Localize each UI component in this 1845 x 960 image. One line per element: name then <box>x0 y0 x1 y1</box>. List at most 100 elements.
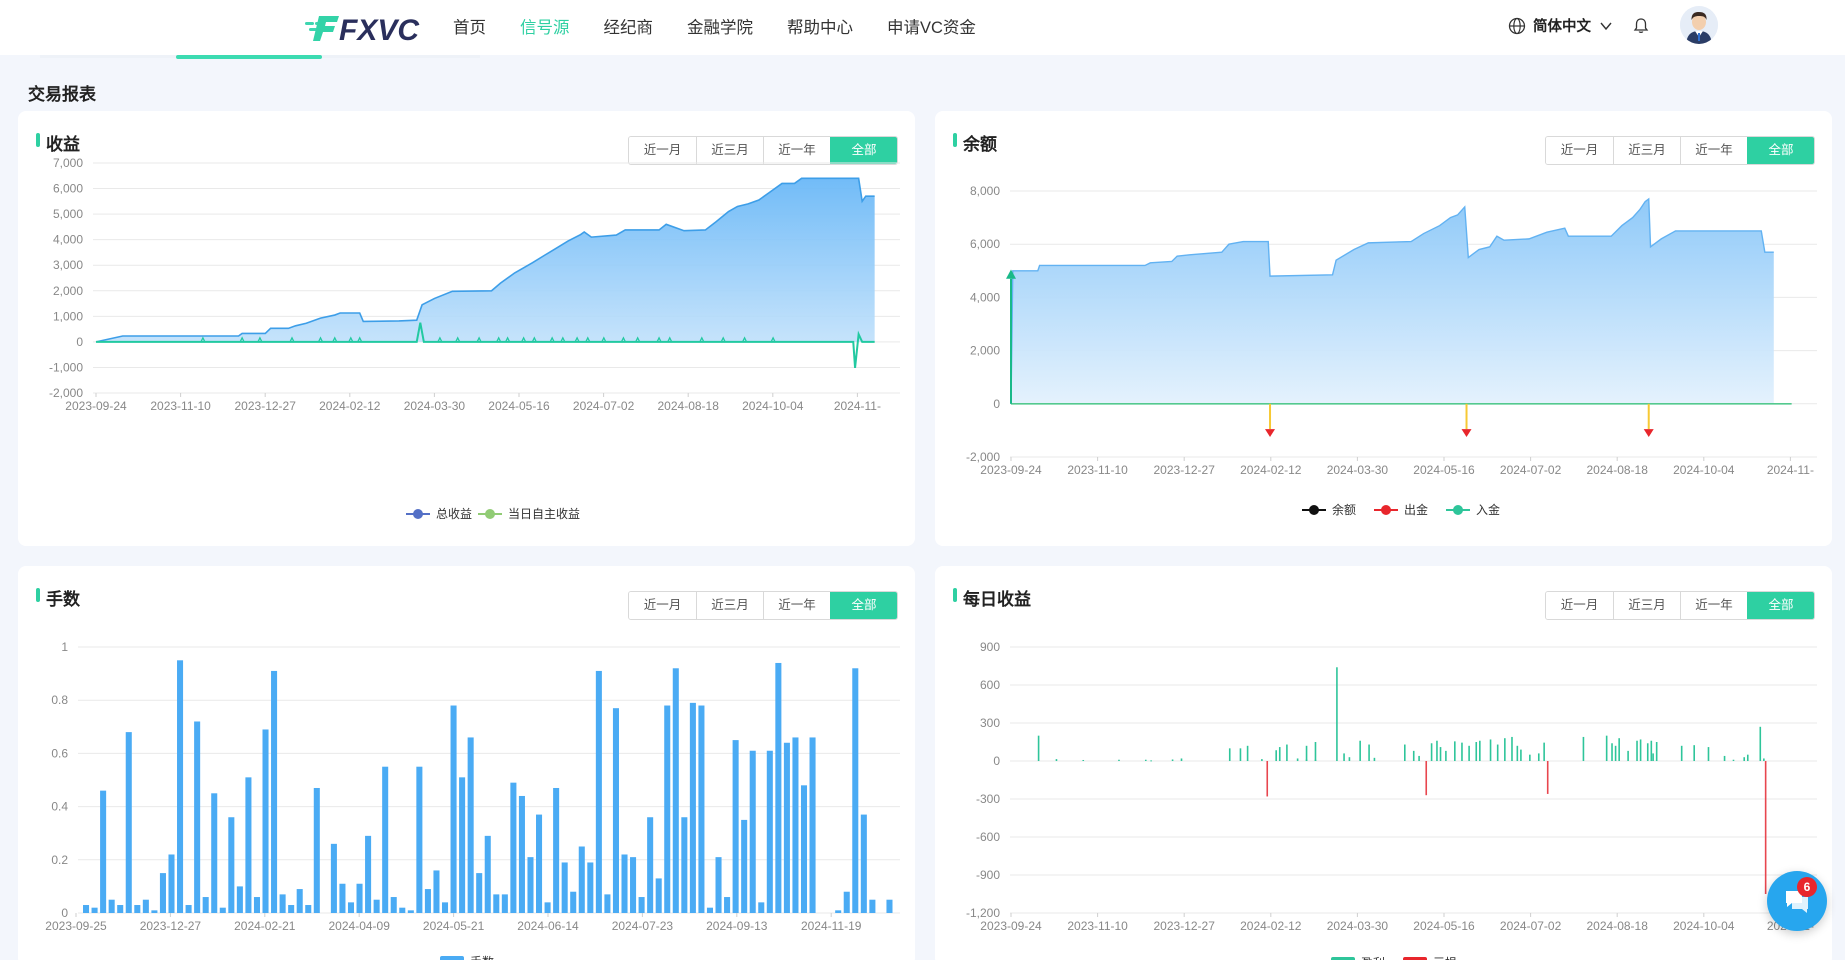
withdraw-marker <box>1461 429 1472 438</box>
legend-marker <box>413 509 423 519</box>
nav-home[interactable]: 首页 <box>453 14 486 38</box>
lots-bar <box>424 889 431 913</box>
lots-bar <box>544 902 551 913</box>
bars <box>1037 667 1767 894</box>
lots-bar <box>587 862 594 913</box>
profit-bar <box>1314 742 1317 761</box>
user-avatar[interactable] <box>1680 6 1718 44</box>
legend-marker <box>1381 505 1391 515</box>
profit-bar <box>1037 735 1040 761</box>
profit-bar <box>1286 744 1288 761</box>
lots-bar <box>330 843 337 913</box>
profit-chart: 7,000 6,000 5,000 4,000 3,000 2,000 1,000 0 -1,0… <box>49 156 900 521</box>
x-axis: 2023-09-24 2023-11-10 2023-12-27 2024-02-12… <box>65 393 881 413</box>
balance-chart: 8,0006,0004,0002,0000-2,0002023-09-24 202… <box>966 184 1817 517</box>
lots-bar <box>236 886 243 913</box>
lots-bar <box>219 907 226 913</box>
lots-chart-panel: 手数 近一月 近三月 近一年 全部 1 0.8 0.6 0.4 0.2 0 2023-09-… <box>18 566 915 960</box>
y-tick-label: 900 <box>980 640 1000 654</box>
profit-bar <box>1650 740 1653 761</box>
lots-bar <box>177 660 184 913</box>
y-tick-label: 8,000 <box>970 184 1000 198</box>
x-axis: 2023-09-24 2023-11-10 2023-12-27 2024-02-12… <box>980 457 1814 477</box>
lots-bar <box>211 793 218 913</box>
lots-bar <box>570 891 577 913</box>
lots-bar <box>476 873 483 913</box>
legend-swatch <box>440 956 464 960</box>
lots-bar <box>612 708 619 913</box>
y-tick-label: 6,000 <box>970 237 1000 251</box>
x-tick-label: 2024-11- <box>834 399 881 413</box>
bell-icon[interactable] <box>1632 17 1650 35</box>
loss-bar <box>1266 761 1269 797</box>
y-tick-label: 5,000 <box>53 207 83 221</box>
loss-bar <box>1546 761 1549 794</box>
lots-bar <box>185 905 192 913</box>
y-tick-label: 1,000 <box>53 309 83 323</box>
profit-bar <box>1537 753 1540 761</box>
profit-bar <box>1655 742 1658 761</box>
x-tick-label: 2024-10-04 <box>1673 919 1735 933</box>
x-tick-label: 2024-05-16 <box>488 399 550 413</box>
x-tick-label: 2024-08-18 <box>1587 919 1649 933</box>
lots-bar <box>262 729 269 913</box>
profit-bar <box>1150 760 1152 762</box>
lots-bar <box>151 910 158 913</box>
lots-bar <box>809 737 816 913</box>
lots-bar <box>365 835 372 913</box>
lots-bar <box>134 905 141 913</box>
lots-bar <box>766 750 773 913</box>
x-tick-label: 2023-09-24 <box>980 463 1042 477</box>
profit-bar <box>1605 735 1608 761</box>
profit-bar <box>1118 759 1120 761</box>
chat-button[interactable] <box>1767 871 1827 931</box>
profit-bar <box>1305 745 1308 761</box>
lots-bar <box>706 907 714 913</box>
logo-text: FXVC <box>339 14 420 46</box>
lots-bar <box>459 777 466 913</box>
legend: 余额 出金 入金 <box>1302 502 1500 517</box>
profit-bar <box>1489 739 1492 761</box>
profit-bar <box>1180 758 1183 761</box>
withdraw-marker <box>1265 429 1276 438</box>
lots-bar <box>356 883 363 913</box>
legend-marker <box>1309 505 1319 515</box>
fxvc-logo[interactable]: FXVC <box>305 10 420 46</box>
lots-bar <box>800 785 808 913</box>
lots-bar <box>724 897 731 913</box>
lots-bar <box>484 835 491 913</box>
x-tick-label: 2023-12-27 <box>235 399 297 413</box>
nav-apply-vc-funds[interactable]: 申请VC资金 <box>887 14 976 38</box>
profit-bar <box>1430 743 1433 761</box>
nav-finance-academy[interactable]: 金融学院 <box>687 14 753 38</box>
profit-bar <box>1436 740 1438 761</box>
x-tick-label: 2024-06-14 <box>517 919 579 933</box>
lots-bar <box>664 705 671 913</box>
lots-bar <box>493 894 500 913</box>
profit-bar <box>1239 748 1242 761</box>
profit-bar <box>1144 759 1147 761</box>
x-tick-label: 2024-09-13 <box>706 919 768 933</box>
language-selector[interactable]: 简体中文 <box>1508 15 1613 36</box>
nav-help-center[interactable]: 帮助中心 <box>787 14 853 38</box>
lots-bar <box>399 907 406 913</box>
nav-brokers[interactable]: 经纪商 <box>604 14 654 38</box>
legend-marker <box>485 509 495 519</box>
y-tick-label: 0 <box>993 397 1000 411</box>
x-tick-label: 2024-05-16 <box>1413 919 1475 933</box>
y-tick-label: 0.6 <box>51 746 68 760</box>
lots-bar <box>245 777 252 913</box>
x-tick-label: 2023-09-24 <box>65 399 127 413</box>
nav-signal-source[interactable]: 信号源 <box>520 14 570 38</box>
legend-item: 亏损 <box>1403 956 1457 960</box>
profit-bar <box>1468 745 1470 761</box>
total-profit-area <box>96 178 875 342</box>
lots-bar <box>296 889 303 913</box>
lots-bar <box>390 897 397 913</box>
profit-bar <box>1475 742 1478 761</box>
x-tick-label: 2024-11- <box>1767 463 1814 477</box>
legend-item: 总收益 <box>406 507 472 521</box>
x-tick-label: 2024-07-23 <box>612 919 674 933</box>
lots-bar <box>501 894 508 913</box>
y-tick-label: 600 <box>980 678 1000 692</box>
